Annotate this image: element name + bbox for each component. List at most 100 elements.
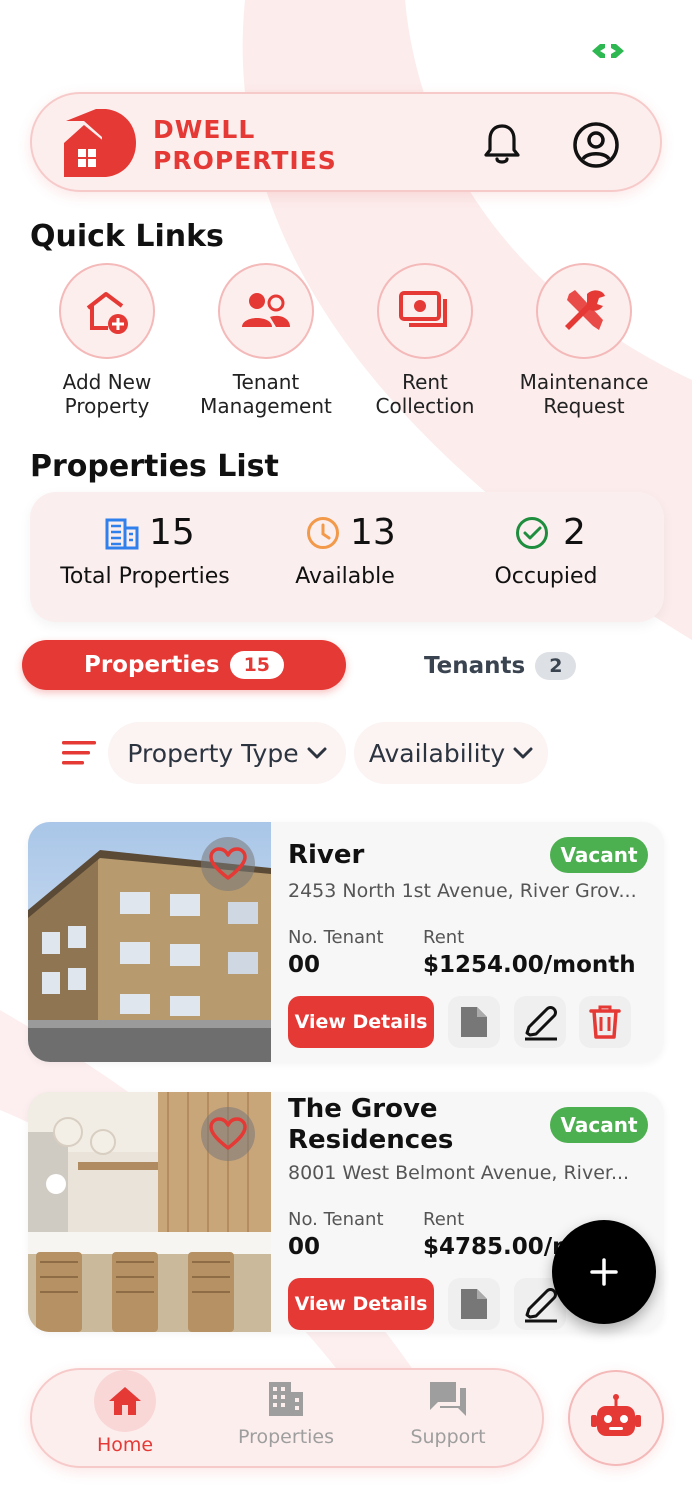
add-property-button[interactable] — [59, 263, 155, 359]
tenant-count-value: 00 — [288, 1234, 321, 1260]
chat-icon — [430, 1382, 466, 1416]
home-icon — [109, 1387, 141, 1415]
brand-line2: PROPERTIES — [153, 146, 337, 175]
quick-link-label: Add New Property — [27, 370, 187, 418]
quick-link-line2: Collection — [375, 394, 475, 418]
rent-collection-button[interactable] — [377, 263, 473, 359]
quick-link-line1: Rent — [402, 370, 448, 394]
status-indicator-icon — [592, 44, 624, 58]
property-title-line2: Residences — [288, 1125, 454, 1155]
quick-link-label: Maintenance Request — [504, 370, 664, 418]
quick-link-maintenance-request[interactable] — [536, 263, 632, 359]
brand-line1: DWELL — [153, 115, 256, 144]
add-fab-button[interactable] — [552, 1220, 656, 1324]
quick-link-rent-collection[interactable] — [377, 263, 473, 359]
quick-link-label: Rent Collection — [345, 370, 505, 418]
add-home-icon — [86, 292, 128, 334]
property-address: 8001 West Belmont Avenue, River... — [288, 1162, 630, 1184]
quick-link-line1: Add New — [62, 370, 152, 394]
property-type-filter[interactable]: Property Type — [108, 722, 346, 784]
stat-occupied: 2 — [515, 512, 586, 553]
tenant-count-label: No. Tenant — [288, 1209, 384, 1230]
rent-label: Rent — [423, 1209, 465, 1230]
stat-total-label: Total Properties — [60, 564, 230, 589]
stat-total-value: 15 — [149, 512, 195, 553]
tab-tenants-count: 2 — [535, 652, 577, 680]
heart-icon — [209, 847, 247, 880]
view-details-button[interactable]: View Details — [288, 996, 434, 1048]
tenant-count-label: No. Tenant — [288, 927, 384, 948]
quick-link-line2: Request — [543, 394, 625, 418]
nav-properties[interactable]: Properties — [221, 1380, 351, 1448]
building-icon — [269, 1382, 303, 1416]
rent-value: $1254.00/month — [423, 952, 636, 978]
logo-icon — [64, 109, 136, 177]
document-button[interactable] — [448, 1278, 500, 1330]
brand-name: DWELL PROPERTIES — [153, 114, 337, 176]
property-type-filter-label: Property Type — [127, 738, 299, 768]
property-title: River — [288, 840, 364, 871]
stat-total: 15 — [105, 512, 195, 553]
payments-icon — [399, 291, 447, 327]
tab-properties-label: Properties — [83, 652, 220, 678]
maintenance-request-button[interactable] — [536, 263, 632, 359]
check-circle-icon — [516, 516, 548, 549]
tab-properties-count: 15 — [229, 651, 285, 679]
nav-home-label: Home — [96, 1434, 154, 1456]
status-badge: Vacant — [550, 837, 648, 873]
quick-link-tenant-management[interactable] — [218, 263, 314, 359]
robot-icon — [591, 1394, 641, 1436]
edit-pencil-icon — [525, 1288, 557, 1323]
property-card[interactable]: River Vacant 2453 North 1st Avenue, Rive… — [28, 822, 664, 1062]
nav-home[interactable]: Home — [60, 1370, 190, 1456]
tenant-count-value: 00 — [288, 952, 321, 978]
property-title-line1: River — [288, 840, 365, 870]
user-account-icon[interactable] — [572, 121, 620, 169]
heart-icon — [209, 1117, 247, 1150]
quick-link-line1: Tenant — [232, 370, 300, 394]
nav-support[interactable]: Support — [383, 1380, 513, 1448]
tab-properties[interactable]: Properties 15 — [22, 640, 346, 690]
bell-icon[interactable] — [482, 122, 522, 166]
clock-icon — [307, 516, 339, 549]
chevron-down-icon — [513, 747, 533, 759]
edit-pencil-icon — [525, 1006, 557, 1041]
stat-available: 13 — [306, 512, 396, 553]
home-icon-bg — [94, 1370, 156, 1432]
availability-filter-label: Availability — [368, 738, 506, 768]
trash-icon — [589, 1005, 621, 1039]
quick-link-line1: Maintenance — [519, 370, 649, 394]
tenant-management-button[interactable] — [218, 263, 314, 359]
properties-list-title: Properties List — [30, 449, 279, 484]
document-button[interactable] — [448, 996, 500, 1048]
quick-links-title: Quick Links — [30, 219, 224, 254]
stat-available-value: 13 — [350, 512, 396, 553]
quick-link-label: Tenant Management — [186, 370, 346, 418]
nav-support-label: Support — [410, 1426, 486, 1448]
property-title-line1: The Grove — [288, 1094, 438, 1124]
rent-label: Rent — [423, 927, 465, 948]
quick-link-line2: Management — [200, 394, 332, 418]
edit-button[interactable] — [514, 996, 566, 1048]
stat-occupied-label: Occupied — [494, 564, 598, 589]
document-icon — [461, 1289, 487, 1319]
tools-icon — [565, 290, 605, 330]
favorite-button[interactable] — [201, 1107, 255, 1161]
chatbot-button[interactable] — [568, 1370, 664, 1466]
chevron-down-icon — [307, 747, 327, 759]
document-icon — [461, 1007, 487, 1037]
people-icon — [242, 293, 290, 327]
stat-occupied-value: 2 — [563, 512, 586, 553]
nav-properties-label: Properties — [237, 1426, 335, 1448]
tab-tenants[interactable]: Tenants 2 — [424, 646, 577, 686]
availability-filter[interactable]: Availability — [354, 722, 548, 784]
filter-icon[interactable] — [62, 740, 96, 766]
property-address: 2453 North 1st Avenue, River Grov... — [288, 880, 637, 902]
favorite-button[interactable] — [201, 837, 255, 891]
status-badge: Vacant — [550, 1107, 648, 1143]
plus-icon — [590, 1258, 618, 1286]
quick-link-add-property[interactable] — [59, 263, 155, 359]
delete-button[interactable] — [579, 996, 631, 1048]
view-details-button[interactable]: View Details — [288, 1278, 434, 1330]
stat-available-label: Available — [295, 564, 395, 589]
